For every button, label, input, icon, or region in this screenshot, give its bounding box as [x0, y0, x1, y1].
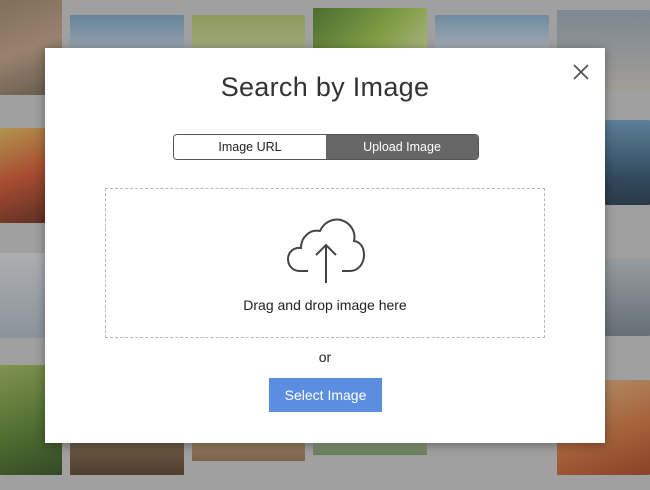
tab-upload-image[interactable]: Upload Image — [326, 135, 478, 159]
source-tab-switcher: Image URL Upload Image — [173, 134, 479, 160]
select-image-button[interactable]: Select Image — [269, 378, 382, 412]
search-by-image-dialog: Search by Image Image URL Upload Image D… — [45, 48, 605, 443]
or-separator: or — [318, 349, 332, 365]
cloud-upload-icon — [286, 215, 366, 285]
tab-image-url[interactable]: Image URL — [174, 135, 326, 159]
dialog-title: Search by Image — [220, 72, 430, 102]
image-dropzone[interactable]: Drag and drop image here — [105, 188, 545, 338]
dropzone-instruction: Drag and drop image here — [243, 297, 407, 313]
